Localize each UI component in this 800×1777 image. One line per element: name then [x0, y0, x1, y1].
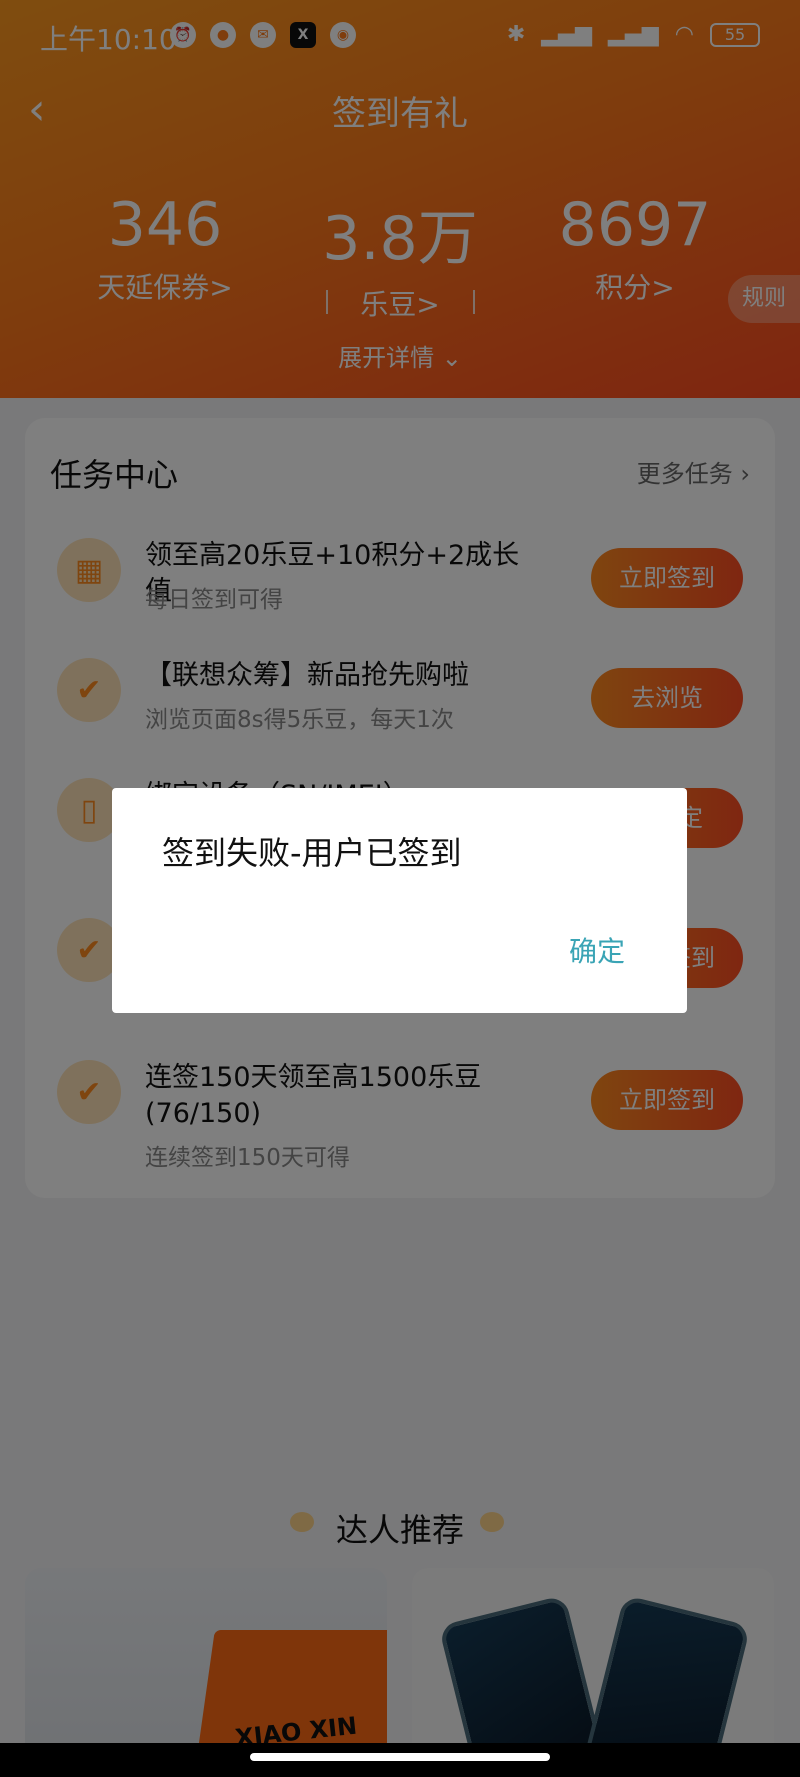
confirm-button[interactable]: 确定 — [569, 930, 625, 970]
dialog-message: 签到失败-用户已签到 — [162, 834, 462, 872]
system-nav-bar — [0, 1743, 800, 1777]
alert-dialog: 签到失败-用户已签到 确定 — [112, 788, 687, 1013]
home-indicator[interactable] — [250, 1753, 550, 1761]
